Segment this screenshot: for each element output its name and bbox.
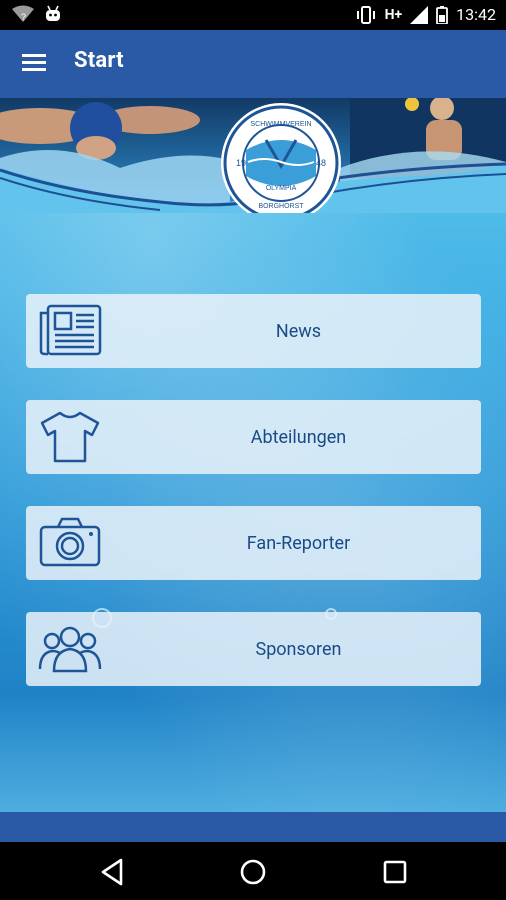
menu-card-fan-reporter[interactable]: Fan-Reporter [26,506,481,580]
logo-year-left: 19 [236,158,246,168]
back-triangle-icon[interactable] [97,856,129,888]
wifi-icon: ? [12,5,34,22]
system-nav-bar [0,842,506,900]
page-title: Start [74,48,124,73]
android-notification-icon [46,5,60,21]
menu-card-label: News [275,320,322,342]
menu-card-label: Abteilungen [250,426,347,448]
club-logo: SCHWIMMVEREIN OLYMPIA BORGHORST 19 48 [221,103,341,213]
menu-card-sponsoren[interactable]: Sponsoren [26,612,481,686]
recents-square-icon[interactable] [379,856,411,888]
svg-text:?: ? [21,12,26,22]
main-content: SCHWIMMVEREIN OLYMPIA BORGHORST 19 48 Ne… [0,98,506,842]
network-type: H+ [384,6,403,23]
logo-text-middle: OLYMPIA [266,185,297,192]
footer-band [0,812,506,842]
menu-card-label: Fan-Reporter [246,532,351,554]
clock: 13:42 [456,5,496,24]
app-bar: Start [0,30,506,98]
logo-text-bottom: BORGHORST [258,203,304,210]
logo-text-top: SCHWIMMVEREIN [250,121,311,128]
menu-card-label: Sponsoren [255,638,342,660]
logo-year-right: 48 [316,158,326,168]
header-banner: SCHWIMMVEREIN OLYMPIA BORGHORST 19 48 [0,98,506,213]
battery-icon [436,5,449,24]
signal-icon [410,5,429,24]
vibrate-icon [356,5,375,24]
status-bar: ? H+ 13:42 [0,0,506,30]
hamburger-menu-icon[interactable] [22,50,48,76]
menu-card-news[interactable]: News [26,294,481,368]
menu-card-abteilungen[interactable]: Abteilungen [26,400,481,474]
home-circle-icon[interactable] [237,856,269,888]
